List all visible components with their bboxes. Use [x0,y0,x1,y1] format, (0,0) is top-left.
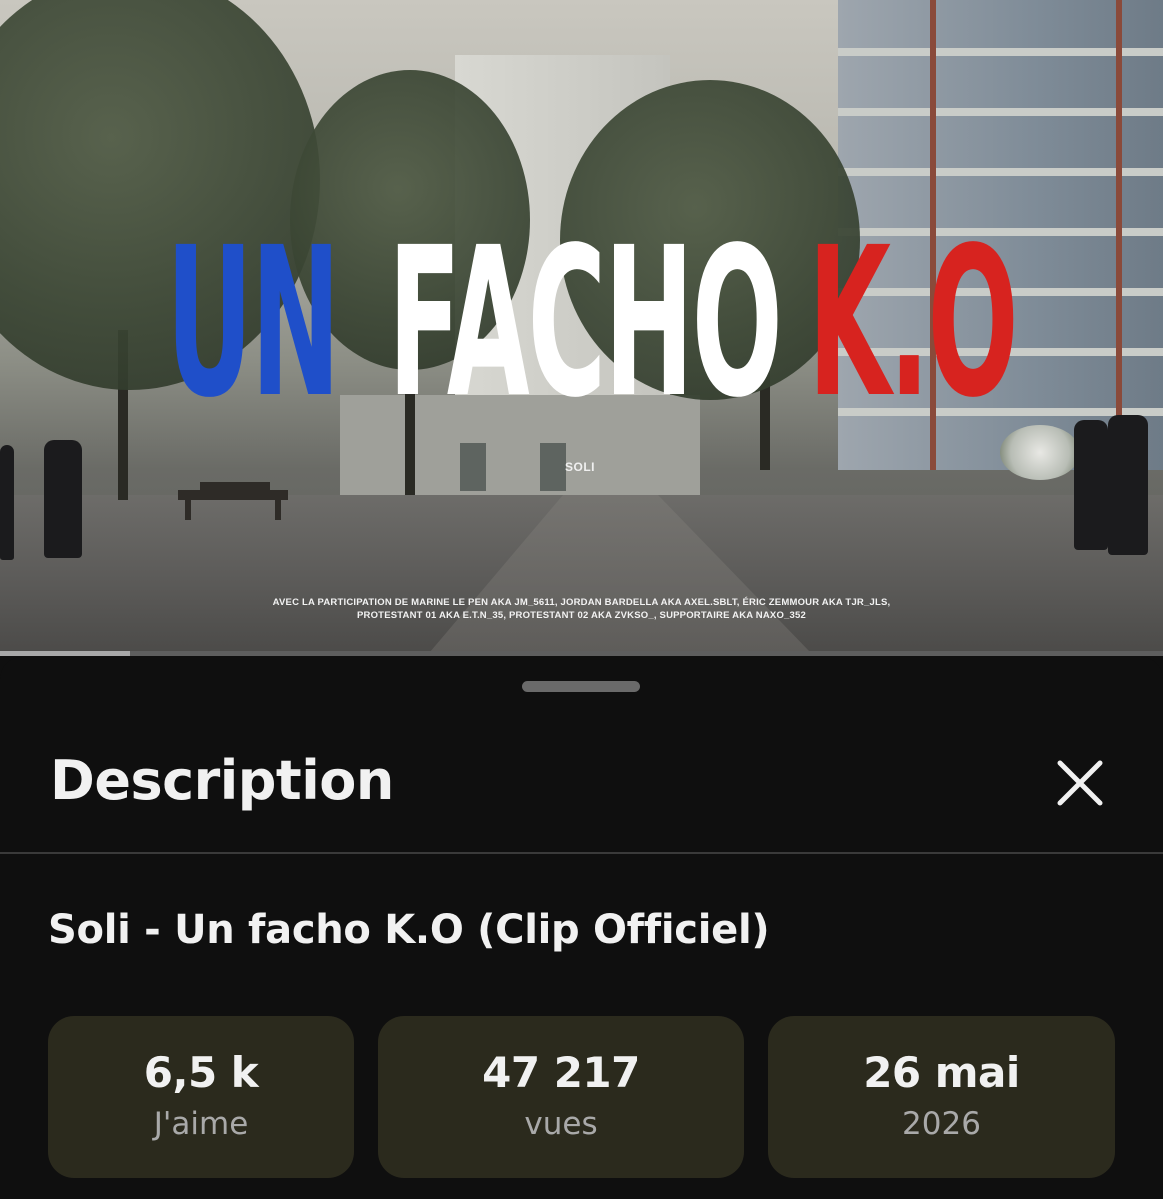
person [1108,415,1148,555]
overlay-title: UN FACHO K.O [0,218,1163,428]
credits-line-2: PROTESTANT 01 AKA E.T.N_35, PROTESTANT 0… [357,610,806,621]
views-stat: 47 217 vues [378,1016,744,1178]
publish-date: 26 mai [863,1048,1020,1097]
person [44,440,82,558]
date-stat: 26 mai 2026 [768,1016,1115,1178]
publish-year: 2026 [902,1106,981,1142]
credits-line-1: AVEC LA PARTICIPATION DE MARINE LE PEN A… [272,597,891,608]
likes-count: 6,5 k [143,1048,259,1097]
overlay-title-un: UN [166,203,341,443]
likes-stat[interactable]: 6,5 k J'aime [48,1016,354,1178]
drag-handle[interactable] [522,681,640,692]
video-credits: AVEC LA PARTICIPATION DE MARINE LE PEN A… [0,596,1163,622]
divider [0,852,1163,854]
bench [178,490,288,500]
overlay-title-ko: K.O [808,203,1019,443]
artist-tag: SOLI [565,460,596,474]
views-label: vues [524,1106,598,1142]
overlay-title-facho: FACHO [388,203,783,443]
video-progress-fill [0,651,131,656]
video-progress-bar[interactable] [0,651,1163,656]
person [0,445,14,560]
description-sheet: Description Soli - Un facho K.O (Clip Of… [0,657,1163,1199]
person [1074,420,1108,550]
close-icon [1057,760,1103,806]
close-button[interactable] [1050,753,1110,813]
video-title: Soli - Un facho K.O (Clip Officiel) [48,907,770,953]
sheet-title: Description [50,749,394,812]
views-count: 47 217 [482,1048,640,1097]
likes-label: J'aime [153,1106,249,1142]
video-player[interactable]: UN FACHO K.O SOLI AVEC LA PARTICIPATION … [0,0,1163,652]
